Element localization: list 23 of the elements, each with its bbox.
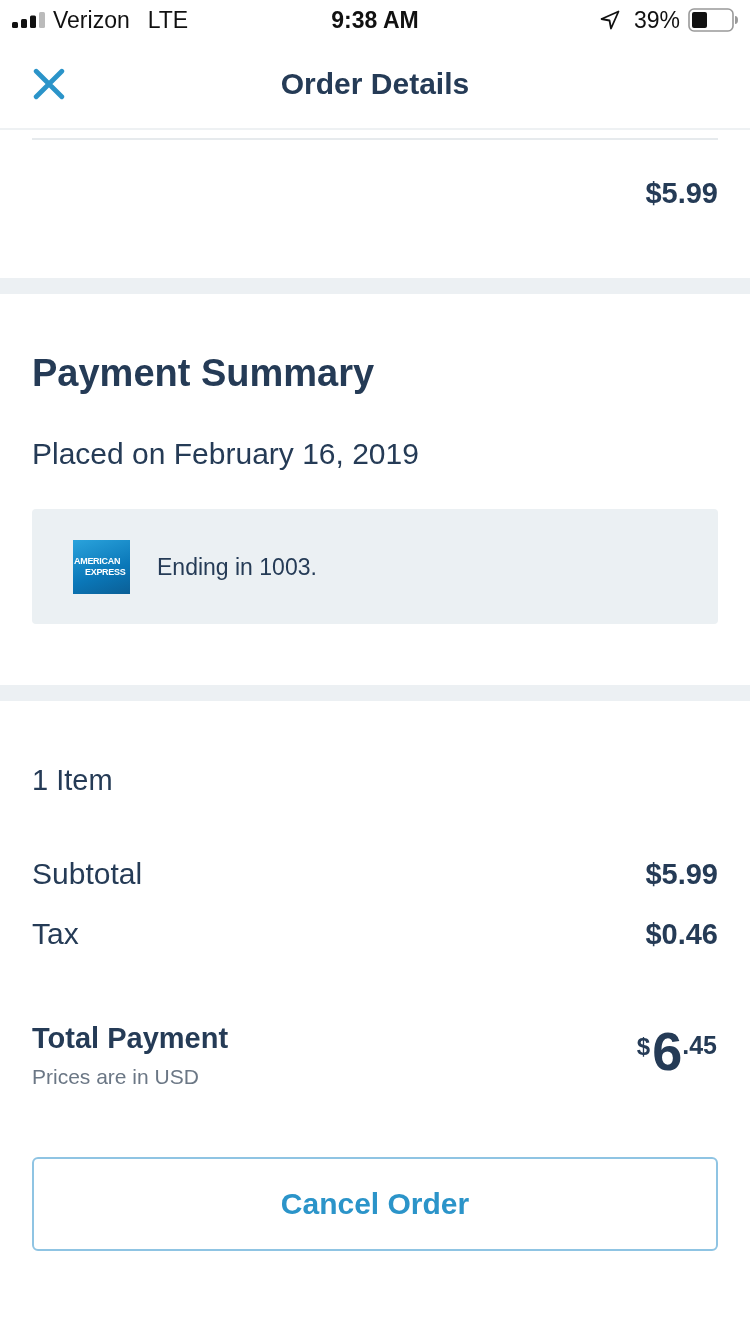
location-arrow-icon <box>599 10 620 30</box>
section-heading: Payment Summary <box>32 351 375 396</box>
battery-icon <box>688 8 738 32</box>
summary-value: $5.99 <box>645 857 718 891</box>
status-time: 9:38 AM <box>331 6 419 34</box>
total-label: Total Payment <box>32 1021 229 1055</box>
screen-title: Order Details <box>280 67 470 101</box>
placed-on-date: Placed on February 16, 2019 <box>32 436 419 472</box>
summary-label: Tax <box>32 917 79 951</box>
battery-percent: 39% <box>633 6 680 34</box>
summary-value: $0.46 <box>645 917 718 951</box>
cancel-order-button[interactable]: Cancel Order <box>32 1157 718 1251</box>
carrier-name: Verizon <box>53 6 130 34</box>
signal-icon <box>12 12 45 28</box>
card-logo: AMERICAN EXPRESS <box>73 539 130 594</box>
network-type: LTE <box>147 6 189 34</box>
close-icon <box>33 68 65 100</box>
summary-label: Subtotal <box>32 857 143 891</box>
card-ending-text: Ending in 1003. <box>157 552 317 581</box>
item-count: 1 Item <box>32 763 113 797</box>
currency-note: Prices are in USD <box>32 1064 199 1090</box>
item-price: $5.99 <box>645 176 718 210</box>
close-button[interactable] <box>33 68 65 100</box>
